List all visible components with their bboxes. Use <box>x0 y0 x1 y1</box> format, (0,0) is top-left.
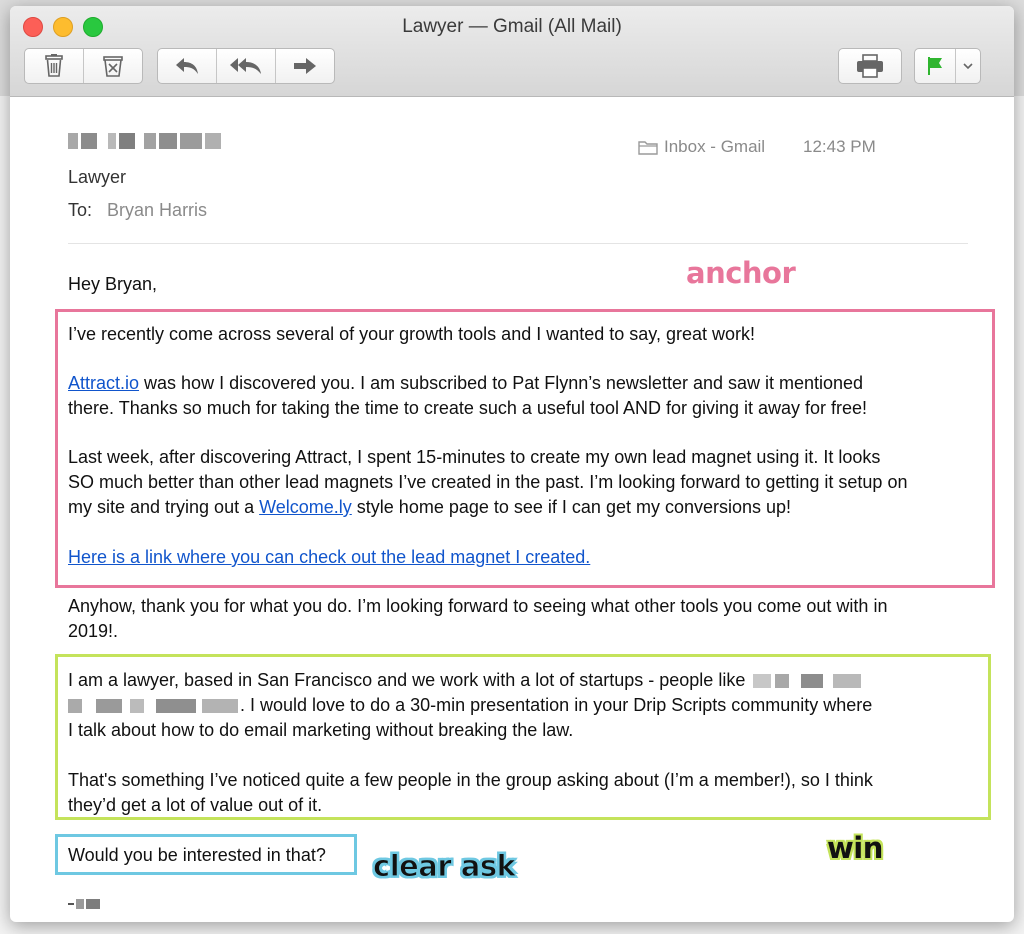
reply-group <box>157 48 335 84</box>
paragraph-line: . I would love to do a 30-min presentati… <box>68 693 872 718</box>
redacted-names <box>156 699 196 714</box>
redacted-names <box>96 699 122 714</box>
reply-button[interactable] <box>158 49 217 83</box>
redacted-names <box>202 699 238 714</box>
attract-link[interactable]: Attract.io <box>68 373 139 393</box>
paragraph-lead-magnet: Last week, after discovering Attract, I … <box>68 445 907 520</box>
redacted-names <box>775 674 790 689</box>
redacted-names <box>130 699 144 714</box>
mailbox-location: Inbox - Gmail <box>638 137 765 157</box>
paragraph-text: . I would love to do a 30-min presentati… <box>240 695 873 715</box>
folder-icon <box>638 141 658 155</box>
trash-icon <box>45 54 63 77</box>
paragraph-line: my site and trying out a Welcome.ly styl… <box>68 495 907 520</box>
message-subject: Lawyer <box>68 167 127 187</box>
forward-icon <box>294 58 316 74</box>
recipient-name[interactable]: Bryan Harris <box>107 200 207 220</box>
paragraph-line: 2019!. <box>68 621 119 641</box>
message-time: 12:43 PM <box>803 137 876 156</box>
anchor-label: anchor <box>686 256 796 290</box>
paragraph-text: I am a lawyer, based in San Francisco an… <box>68 670 746 690</box>
ask-sentence: Would you be interested in that? <box>68 845 326 865</box>
signature-redacted <box>68 899 100 909</box>
paragraph-line: I am a lawyer, based in San Francisco an… <box>68 668 872 693</box>
reply-icon <box>176 58 198 74</box>
flag-icon <box>928 57 942 75</box>
redacted-names <box>68 699 82 714</box>
redacted-names <box>801 674 824 689</box>
header-divider <box>68 243 968 244</box>
reply-all-button[interactable] <box>217 49 276 83</box>
paragraph-line: I talk about how to do email marketing w… <box>68 720 574 740</box>
lead-magnet-link-row: Here is a link where you can check out t… <box>68 545 590 570</box>
junk-icon <box>103 56 123 77</box>
paragraph-compliment: I’ve recently come across several of you… <box>68 324 755 344</box>
message-view: Lawyer To: Bryan Harris Inbox - Gmail 12… <box>10 97 1014 922</box>
paragraph-line: there. Thanks so much for taking the tim… <box>68 398 868 418</box>
printer-icon <box>857 54 883 78</box>
recipient-row: To: Bryan Harris <box>68 200 207 221</box>
mailbox-name: Inbox - Gmail <box>664 137 766 156</box>
paragraph-offer: I am a lawyer, based in San Francisco an… <box>68 668 872 743</box>
flag-button[interactable] <box>915 49 956 83</box>
paragraph-text: my site and trying out a <box>68 497 260 517</box>
lead-magnet-link[interactable]: Here is a link where you can check out t… <box>68 547 590 567</box>
to-label: To: <box>68 200 93 220</box>
clear-ask-label: clear ask <box>372 849 516 884</box>
flag-group <box>914 48 981 84</box>
delete-group <box>24 48 143 84</box>
window-title: Lawyer — Gmail (All Mail) <box>402 16 622 37</box>
redacted-names <box>753 674 772 689</box>
flag-menu-button[interactable] <box>956 49 980 83</box>
paragraph-line: Attract.io was how I discovered you. I a… <box>68 371 867 396</box>
chevron-down-icon <box>963 63 973 70</box>
paragraph-text: style home page to see if I can get my c… <box>351 497 792 517</box>
paragraph-value: That's something I’ve noticed quite a fe… <box>68 768 873 818</box>
redacted-names <box>833 674 862 689</box>
paragraph-line: Anyhow, thank you for what you do. I’m l… <box>68 596 888 616</box>
greeting: Hey Bryan, <box>68 274 158 294</box>
sender-redacted <box>68 133 221 151</box>
welcomely-link[interactable]: Welcome.ly <box>259 497 352 517</box>
paragraph-line: they’d get a lot of value out of it. <box>68 795 323 815</box>
reply-all-icon <box>230 58 261 74</box>
paragraph-line: Last week, after discovering Attract, I … <box>68 447 881 467</box>
paragraph-line: SO much better than other lead magnets I… <box>68 472 908 492</box>
paragraph-discovery: Attract.io was how I discovered you. I a… <box>68 371 867 421</box>
paragraph-thanks: Anyhow, thank you for what you do. I’m l… <box>68 594 887 644</box>
forward-button[interactable] <box>276 49 334 83</box>
junk-button[interactable] <box>84 49 142 83</box>
paragraph-line: That's something I’ve noticed quite a fe… <box>68 770 873 790</box>
delete-button[interactable] <box>25 49 84 83</box>
print-group <box>838 48 902 84</box>
win-label: win <box>827 831 883 865</box>
mail-window: Lawyer — Gmail (All Mail) Lawyer To: Bry… <box>10 6 1014 922</box>
title-bar: Lawyer — Gmail (All Mail) <box>10 6 1014 97</box>
paragraph-text: was how I discovered you. I am subscribe… <box>139 373 864 393</box>
print-button[interactable] <box>839 49 901 83</box>
